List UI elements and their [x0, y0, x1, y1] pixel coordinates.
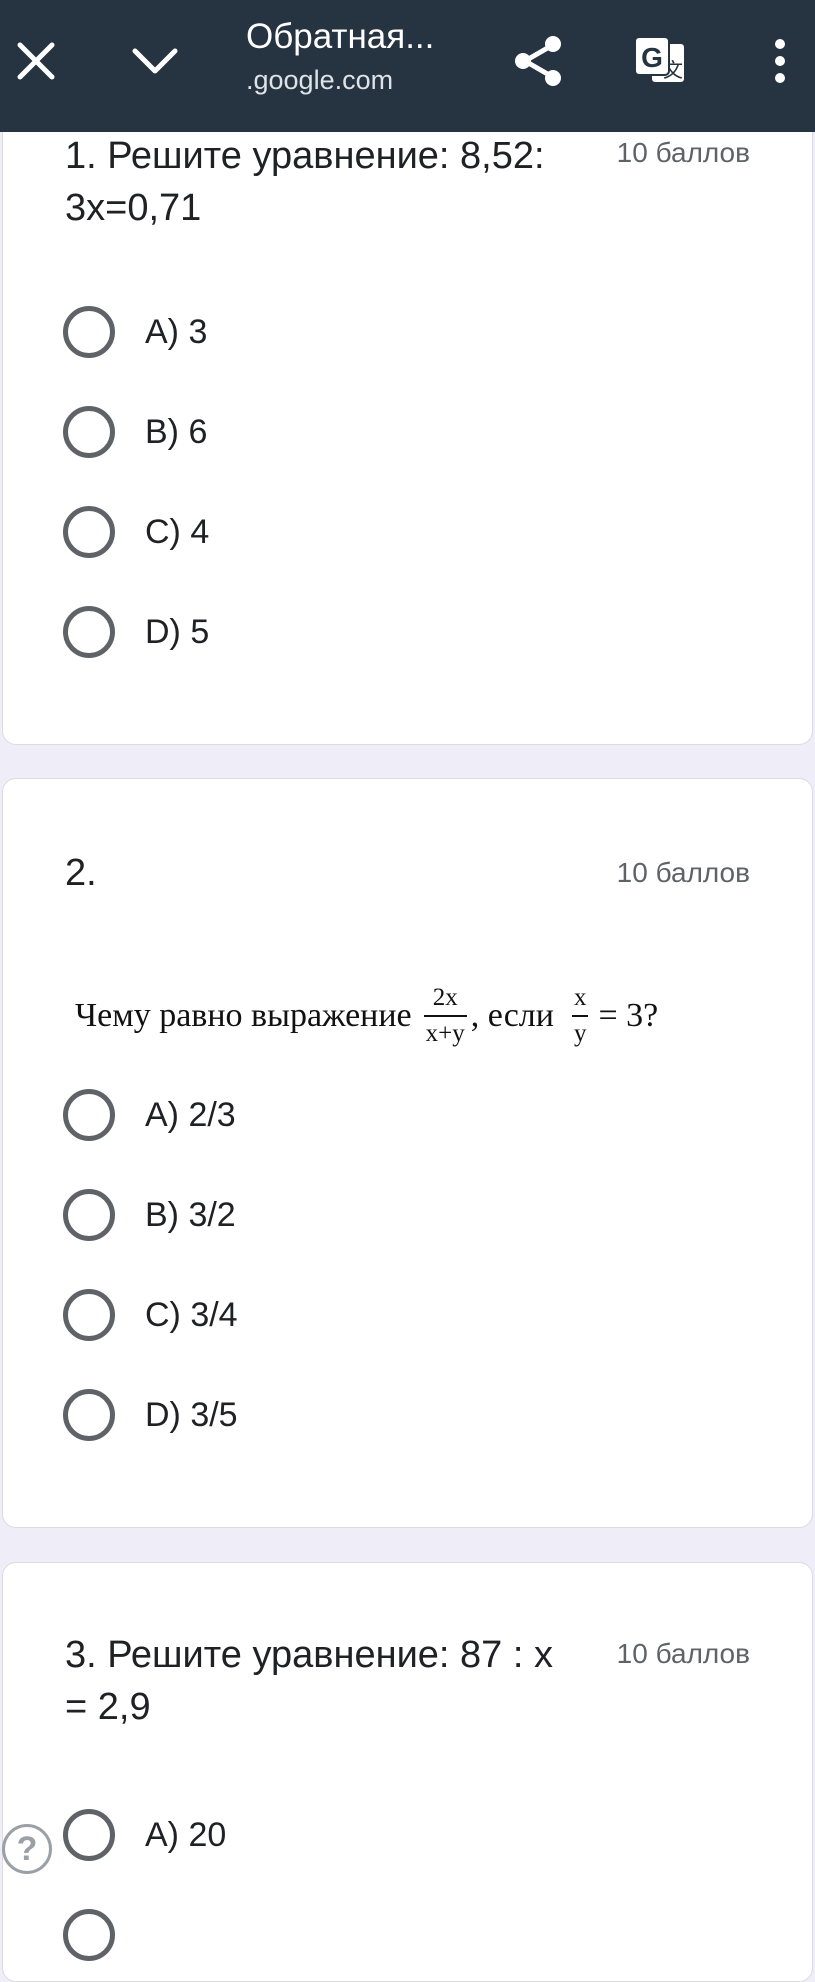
radio-button[interactable]: [63, 1909, 115, 1961]
formula-tail: = 3?: [598, 997, 659, 1034]
radio-button[interactable]: [63, 1189, 115, 1241]
formula-mid: , если: [470, 997, 554, 1034]
close-icon: [17, 42, 55, 80]
radio-button[interactable]: [63, 406, 115, 458]
more-vert-icon: [775, 39, 785, 83]
translate-icon: 文 G: [634, 36, 686, 84]
close-button[interactable]: [6, 26, 66, 96]
option-label: C) 4: [145, 512, 210, 551]
fraction-numerator: 2x: [432, 984, 458, 1011]
formula-lead: Чему равно выражение: [75, 997, 412, 1034]
question-formula-image: Чему равно выражение 2x x+y , если x y =…: [75, 978, 658, 1054]
browser-toolbar: Обратная... .google.com 文 G: [0, 0, 815, 132]
question-card-2: 2. 10 баллов Чему равно выражение 2x x+y…: [2, 778, 813, 1528]
radio-button[interactable]: [63, 1809, 115, 1861]
option-b[interactable]: B) 3/2: [63, 1185, 236, 1245]
question-card-1: 1. Решите уравнение: 8,52: 3x=0,71 10 ба…: [2, 100, 813, 745]
option-label: C) 3/4: [145, 1295, 238, 1334]
fraction-1: 2x x+y: [423, 984, 467, 1047]
fraction-denominator: y: [573, 1020, 587, 1047]
option-b[interactable]: [63, 1905, 115, 1965]
radio-button[interactable]: [63, 1289, 115, 1341]
share-button[interactable]: [505, 26, 571, 96]
option-b[interactable]: B) 6: [63, 402, 207, 462]
option-label: B) 6: [145, 412, 208, 451]
share-icon: [515, 36, 561, 86]
radio-button[interactable]: [63, 1089, 115, 1141]
fraction-bar: [423, 1015, 467, 1017]
option-label: A) 2/3: [145, 1095, 236, 1134]
chevron-down-icon: [132, 48, 178, 74]
option-a[interactable]: A) 3: [63, 302, 207, 362]
option-a[interactable]: A) 2/3: [63, 1085, 236, 1145]
fraction-numerator: x: [573, 984, 587, 1011]
fraction-bar: [571, 1015, 589, 1017]
radio-button[interactable]: [63, 1389, 115, 1441]
radio-button[interactable]: [63, 306, 115, 358]
translate-button[interactable]: 文 G: [628, 26, 694, 96]
radio-button[interactable]: [63, 506, 115, 558]
help-icon[interactable]: ?: [2, 1824, 52, 1874]
option-label: D) 3/5: [145, 1395, 238, 1434]
page-title: Обратная...: [246, 17, 435, 56]
option-d[interactable]: D) 5: [63, 602, 209, 662]
option-c[interactable]: C) 4: [63, 502, 209, 562]
radio-button[interactable]: [63, 606, 115, 658]
option-d[interactable]: D) 3/5: [63, 1385, 238, 1445]
question-title: 2.: [65, 852, 97, 894]
fraction-2: x y: [571, 984, 589, 1047]
option-label: B) 3/2: [145, 1195, 236, 1234]
question-card-3: 3. Решите уравнение: 87 : x = 2,9 10 бал…: [2, 1562, 813, 1982]
translate-glyph: G: [641, 42, 663, 73]
fraction-denominator: x+y: [425, 1020, 465, 1047]
option-label: A) 3: [145, 312, 208, 351]
question-points: 10 баллов: [616, 1638, 750, 1669]
option-a[interactable]: A) 20: [63, 1805, 226, 1865]
page-domain: .google.com: [246, 65, 394, 95]
collapse-button[interactable]: [120, 26, 190, 96]
question-title: 1. Решите уравнение: 8,52: 3x=0,71: [65, 135, 545, 229]
option-c[interactable]: C) 3/4: [63, 1285, 238, 1345]
page-title-block: Обратная... .google.com: [246, 14, 476, 100]
option-label: D) 5: [145, 612, 210, 651]
question-points: 10 баллов: [616, 857, 750, 888]
question-points: 10 баллов: [616, 137, 750, 168]
question-title: 3. Решите уравнение: 87 : x = 2,9: [65, 1634, 553, 1728]
option-label: A) 20: [145, 1815, 227, 1854]
more-options-button[interactable]: [755, 26, 805, 96]
